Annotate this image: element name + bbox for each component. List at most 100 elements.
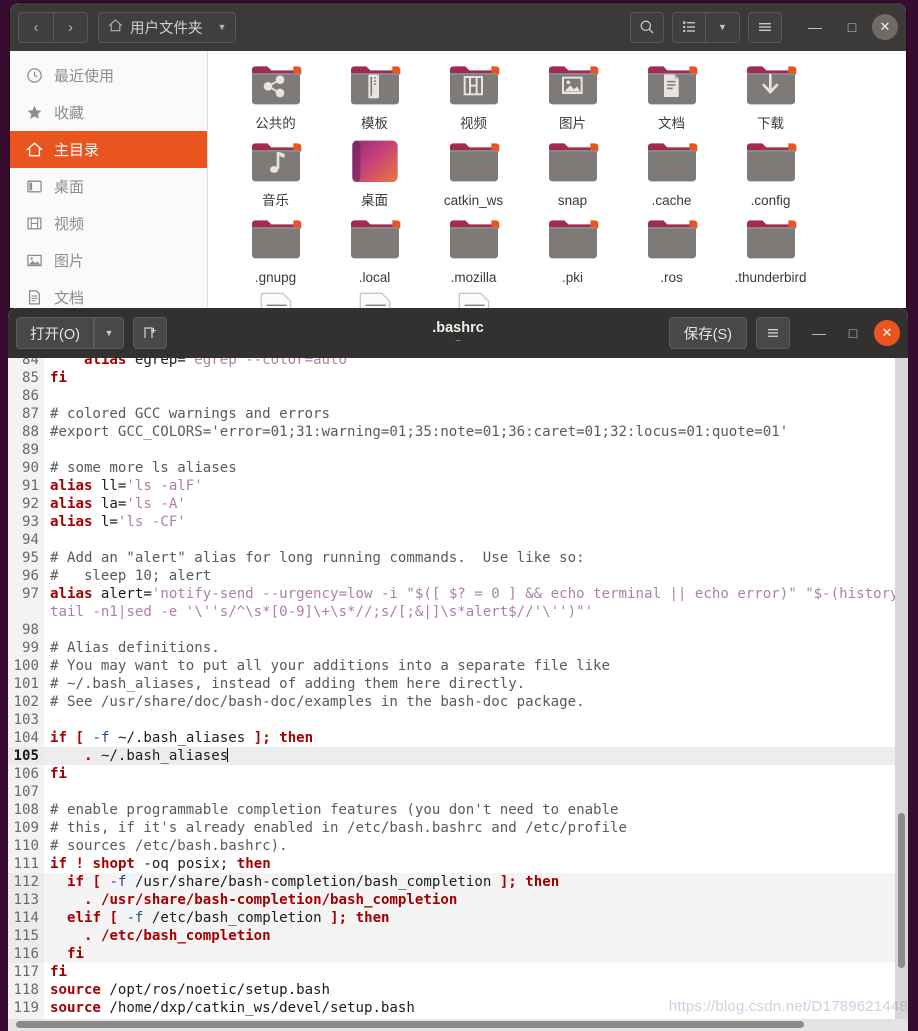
code-line[interactable]: 86 xyxy=(8,387,908,405)
line-content[interactable]: alias ll='ls -alF' xyxy=(44,477,908,495)
file-item[interactable]: 下载 xyxy=(721,57,820,132)
save-button[interactable]: 保存(S) xyxy=(668,317,747,349)
code-line[interactable]: 102 # See /usr/share/doc/bash-doc/example… xyxy=(8,693,908,711)
file-item[interactable]: 文档 xyxy=(622,57,721,132)
line-content[interactable]: # colored GCC warnings and errors xyxy=(44,405,908,423)
sidebar-item-1[interactable]: 收藏 xyxy=(10,94,207,131)
sidebar-item-4[interactable]: 视频 xyxy=(10,205,207,242)
line-content[interactable]: # ~/.bash_aliases, instead of adding the… xyxy=(44,675,908,693)
line-content[interactable]: # enable programmable completion feature… xyxy=(44,801,908,819)
line-content[interactable]: fi xyxy=(44,765,908,783)
code-line[interactable]: 108 # enable programmable completion feat… xyxy=(8,801,908,819)
code-line[interactable]: 119 source /home/dxp/catkin_ws/devel/setu… xyxy=(8,999,908,1017)
sidebar-item-6[interactable]: 文档 xyxy=(10,279,207,308)
line-content[interactable] xyxy=(44,621,908,639)
close-button[interactable]: ✕ xyxy=(872,14,898,40)
maximize-button[interactable]: □ xyxy=(840,320,866,346)
line-content[interactable]: # You may want to put all your additions… xyxy=(44,657,908,675)
file-item[interactable]: 图片 xyxy=(523,57,622,132)
line-content[interactable] xyxy=(44,441,908,459)
file-item[interactable]: .cache xyxy=(622,134,721,209)
code-line[interactable]: 113 . /usr/share/bash-completion/bash_co… xyxy=(8,891,908,909)
line-content[interactable]: if [ -f ~/.bash_aliases ]; then xyxy=(44,729,908,747)
code-line[interactable]: 110 # sources /etc/bash.bashrc). xyxy=(8,837,908,855)
code-line[interactable]: 111 if ! shopt -oq posix; then xyxy=(8,855,908,873)
code-line[interactable]: 105 . ~/.bash_aliases xyxy=(8,747,908,765)
code-line[interactable]: 94 xyxy=(8,531,908,549)
chevron-down-icon[interactable]: ▼ xyxy=(218,22,227,32)
line-content[interactable]: #export GCC_COLORS='error=01;31:warning=… xyxy=(44,423,908,441)
gedit-window[interactable]: 打开(O) ▼ .bashrc ~ 保存(S) — □ ✕ 84 alias e… xyxy=(8,308,908,1031)
line-content[interactable] xyxy=(44,711,908,729)
file-item[interactable]: catkin_ws xyxy=(424,134,523,209)
line-content[interactable]: # sources /etc/bash.bashrc). xyxy=(44,837,908,855)
line-content[interactable]: . ~/.bash_aliases xyxy=(44,747,908,765)
hamburger-icon[interactable] xyxy=(748,11,782,43)
line-content[interactable] xyxy=(44,531,908,549)
line-content[interactable]: if [ -f /usr/share/bash-completion/bash_… xyxy=(44,873,908,891)
line-content[interactable]: . /etc/bash_completion xyxy=(44,927,908,945)
code-line[interactable]: 99 # Alias definitions. xyxy=(8,639,908,657)
file-item[interactable]: 桌面 xyxy=(325,134,424,209)
code-line[interactable]: 97 alias alert='notify-send --urgency=low… xyxy=(8,585,908,621)
sidebar-item-0[interactable]: 最近使用 xyxy=(10,57,207,94)
line-content[interactable]: # sleep 10; alert xyxy=(44,567,908,585)
file-item[interactable]: .gnupg xyxy=(226,211,325,286)
open-button[interactable]: 打开(O) xyxy=(16,317,94,349)
line-content[interactable]: # Alias definitions. xyxy=(44,639,908,657)
code-line[interactable]: 109 # this, if it's already enabled in /e… xyxy=(8,819,908,837)
code-line[interactable]: 98 xyxy=(8,621,908,639)
code-line[interactable]: 85 fi xyxy=(8,369,908,387)
maximize-button[interactable]: □ xyxy=(835,10,869,44)
code-line[interactable]: 117 fi xyxy=(8,963,908,981)
file-item[interactable]: .ros xyxy=(622,211,721,286)
line-content[interactable] xyxy=(44,783,908,801)
code-line[interactable]: 84 alias egrep='egrep --color=auto' xyxy=(8,358,908,369)
new-tab-icon[interactable] xyxy=(132,317,167,349)
code-line[interactable]: 107 xyxy=(8,783,908,801)
file-item[interactable]: .bash_logout xyxy=(325,288,424,308)
close-button[interactable]: ✕ xyxy=(874,320,900,346)
line-content[interactable] xyxy=(44,387,908,405)
file-item[interactable]: 公共的 xyxy=(226,57,325,132)
line-content[interactable]: if ! shopt -oq posix; then xyxy=(44,855,908,873)
file-item[interactable]: .config xyxy=(721,134,820,209)
code-line[interactable]: 106 fi xyxy=(8,765,908,783)
file-item[interactable]: .bashrc xyxy=(424,288,523,308)
code-line[interactable]: 103 xyxy=(8,711,908,729)
forward-button[interactable]: › xyxy=(53,12,87,42)
sidebar-item-3[interactable]: 桌面 xyxy=(10,168,207,205)
editor-vertical-scrollbar[interactable] xyxy=(895,358,908,1031)
file-item[interactable]: .thunderbird xyxy=(721,211,820,286)
horizontal-scrollbar-thumb[interactable] xyxy=(16,1021,804,1028)
sidebar-item-5[interactable]: 图片 xyxy=(10,242,207,279)
code-line[interactable]: 116 fi xyxy=(8,945,908,963)
code-line[interactable]: 112 if [ -f /usr/share/bash-completion/b… xyxy=(8,873,908,891)
file-item[interactable]: 视频 xyxy=(424,57,523,132)
code-line[interactable]: 115 . /etc/bash_completion xyxy=(8,927,908,945)
code-line[interactable]: 90 # some more ls aliases xyxy=(8,459,908,477)
code-line[interactable]: 89 xyxy=(8,441,908,459)
code-line[interactable]: 93 alias l='ls -CF' xyxy=(8,513,908,531)
vertical-scrollbar-thumb[interactable] xyxy=(898,813,905,968)
line-content[interactable]: source /opt/ros/noetic/setup.bash xyxy=(44,981,908,999)
file-item[interactable]: 音乐 xyxy=(226,134,325,209)
file-manager-window[interactable]: ‹ › 用户文件夹 ▼ ▼ — □ ✕ 最近使用 收藏 主目录 桌面 视频 图片… xyxy=(10,3,906,308)
line-content[interactable]: # this, if it's already enabled in /etc/… xyxy=(44,819,908,837)
code-line[interactable]: 92 alias la='ls -A' xyxy=(8,495,908,513)
editor-horizontal-scrollbar[interactable] xyxy=(8,1019,908,1031)
file-item[interactable]: snap xyxy=(523,134,622,209)
sidebar-item-2[interactable]: 主目录 xyxy=(10,131,207,168)
line-content[interactable]: . /usr/share/bash-completion/bash_comple… xyxy=(44,891,908,909)
line-content[interactable]: alias alert='notify-send --urgency=low -… xyxy=(44,585,908,621)
code-line[interactable]: 91 alias ll='ls -alF' xyxy=(8,477,908,495)
code-editor[interactable]: 84 alias egrep='egrep --color=auto' 85 fi 8… xyxy=(8,358,908,1031)
file-item[interactable]: 模板 xyxy=(325,57,424,132)
code-line[interactable]: 87 # colored GCC warnings and errors xyxy=(8,405,908,423)
hamburger-icon[interactable] xyxy=(756,317,790,349)
path-bar[interactable]: 用户文件夹 ▼ xyxy=(98,11,237,43)
code-line[interactable]: 96 # sleep 10; alert xyxy=(8,567,908,585)
line-content[interactable]: # some more ls aliases xyxy=(44,459,908,477)
search-icon[interactable] xyxy=(630,11,664,43)
file-list-area[interactable]: 公共的 模板 视频 图片 文档 下载音乐 桌面 catkin_ws snap .cache .con… xyxy=(208,51,906,308)
